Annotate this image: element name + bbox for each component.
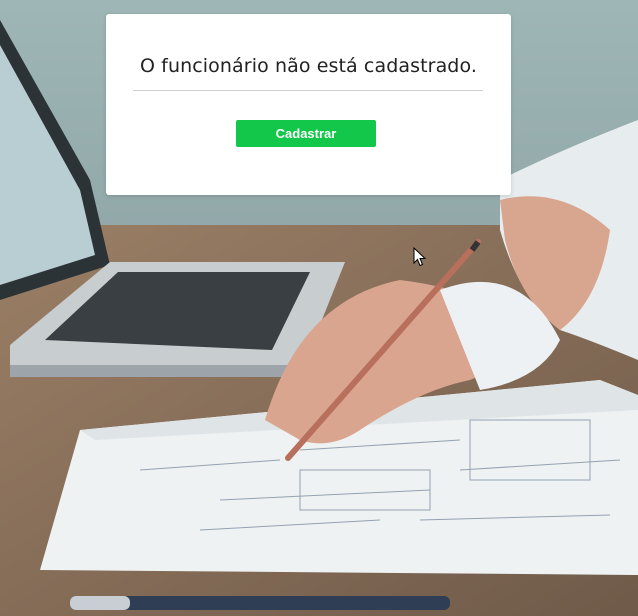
register-dialog: O funcionário não está cadastrado. Cadas… bbox=[106, 14, 511, 195]
register-button[interactable]: Cadastrar bbox=[236, 120, 376, 147]
dialog-divider bbox=[133, 90, 483, 91]
dialog-message: O funcionário não está cadastrado. bbox=[139, 55, 477, 77]
mouse-pointer-icon bbox=[413, 247, 427, 267]
